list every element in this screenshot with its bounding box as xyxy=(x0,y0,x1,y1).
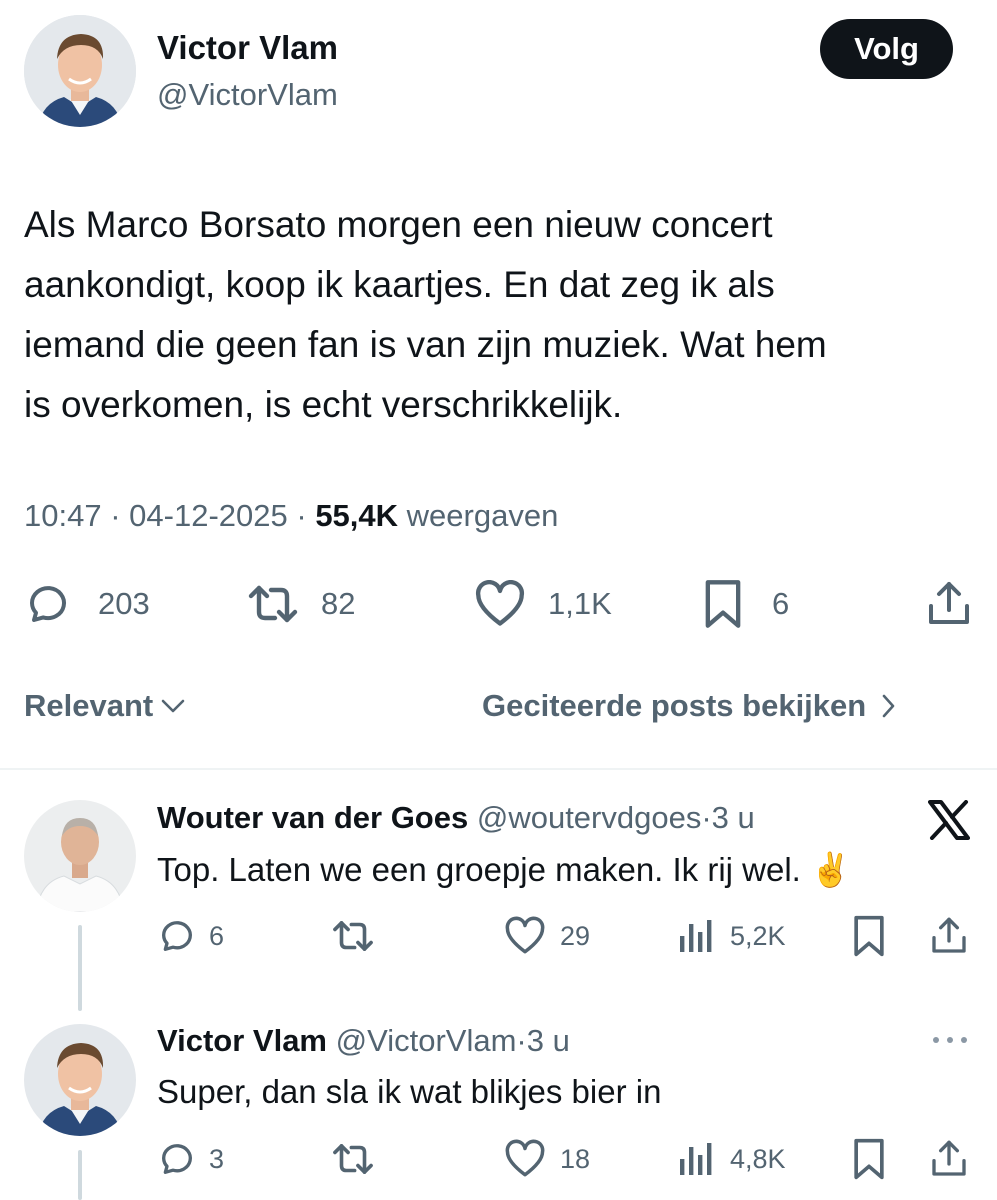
avatar-wouter[interactable] xyxy=(24,800,136,912)
like-count: 18 xyxy=(560,1143,591,1174)
repost-icon xyxy=(245,580,301,628)
thread-line xyxy=(78,1150,82,1200)
x-logo-icon xyxy=(928,800,970,840)
more-options-icon[interactable] xyxy=(930,1030,970,1050)
repost-icon xyxy=(330,1139,376,1179)
repost-count: 82 xyxy=(321,586,356,621)
reply-count: 3 xyxy=(209,1143,225,1174)
repost-button[interactable] xyxy=(330,916,376,956)
views-button[interactable]: 5,2K xyxy=(678,916,786,956)
reply-count: 203 xyxy=(98,586,150,621)
divider xyxy=(0,768,997,770)
reply-button[interactable]: 3 xyxy=(157,1139,224,1179)
reply-text: Super, dan sla ik wat blikjes bier in xyxy=(157,1073,662,1110)
reply-author-name[interactable]: Wouter van der Goes xyxy=(157,800,468,835)
bookmark-icon xyxy=(852,914,886,958)
meta-separator: · xyxy=(516,1023,527,1058)
reply-age[interactable]: 3 u xyxy=(527,1023,570,1058)
author-handle[interactable]: @VictorVlam xyxy=(157,75,338,115)
heart-icon xyxy=(504,916,546,956)
meta-separator: · xyxy=(296,498,307,533)
share-button[interactable] xyxy=(930,916,968,956)
post-meta: 10:47 · 04-12-2025 · 55,4K weergaven xyxy=(24,496,558,536)
views-chart-icon xyxy=(678,1139,714,1179)
thread-line xyxy=(78,925,82,1011)
reply-header: Wouter van der Goes @woutervdgoes·3 u xyxy=(157,798,755,838)
reply-button[interactable]: 203 xyxy=(24,580,150,628)
views-count: 4,8K xyxy=(730,1143,786,1174)
post-text-line: is overkomen, is echt verschrikkelijk. xyxy=(24,384,623,425)
views-count: 55,4K xyxy=(315,498,399,533)
like-button[interactable]: 18 xyxy=(504,1139,590,1179)
like-button[interactable]: 1,1K xyxy=(474,580,612,628)
views-chart-icon xyxy=(678,916,714,956)
sort-label: Relevant xyxy=(24,688,154,723)
share-icon xyxy=(926,580,972,628)
share-icon xyxy=(930,1139,968,1179)
repost-button[interactable]: 82 xyxy=(245,580,355,628)
heart-icon xyxy=(504,1139,546,1179)
like-count: 1,1K xyxy=(548,586,612,621)
share-button[interactable] xyxy=(930,1139,968,1179)
meta-separator: · xyxy=(110,498,121,533)
bookmark-count: 6 xyxy=(772,586,790,621)
repost-button[interactable] xyxy=(330,1139,376,1179)
reply-age[interactable]: 3 u xyxy=(712,800,755,835)
reply-icon xyxy=(157,916,197,956)
post-text-line: iemand die geen fan is van zijn muziek. … xyxy=(24,324,827,365)
avatar-victor-vlam[interactable] xyxy=(24,15,136,127)
reply-header: Victor Vlam @VictorVlam·3 u xyxy=(157,1021,570,1061)
reply-author-handle[interactable]: @woutervdgoes xyxy=(477,800,701,835)
bookmark-icon xyxy=(702,578,744,630)
post-time[interactable]: 10:47 xyxy=(24,498,102,533)
reply-icon xyxy=(157,1139,197,1179)
repost-icon xyxy=(330,916,376,956)
heart-icon xyxy=(474,580,526,628)
share-button[interactable] xyxy=(926,580,972,628)
bookmark-button[interactable] xyxy=(852,914,886,958)
views-count: 5,2K xyxy=(730,920,786,951)
chevron-right-icon xyxy=(880,692,896,720)
post-text-line: Als Marco Borsato morgen een nieuw conce… xyxy=(24,204,773,245)
chevron-down-icon xyxy=(159,696,187,716)
reply-author-name[interactable]: Victor Vlam xyxy=(157,1023,327,1058)
like-button[interactable]: 29 xyxy=(504,916,590,956)
share-icon xyxy=(930,916,968,956)
follow-button[interactable]: Volg xyxy=(820,19,953,79)
views-button[interactable]: 4,8K xyxy=(678,1139,786,1179)
reply-button[interactable]: 6 xyxy=(157,916,224,956)
like-count: 29 xyxy=(560,920,591,951)
post-text: Als Marco Borsato morgen een nieuw conce… xyxy=(24,195,827,435)
sort-dropdown[interactable]: Relevant xyxy=(24,688,187,724)
post-date[interactable]: 04-12-2025 xyxy=(129,498,288,533)
bookmark-button[interactable]: 6 xyxy=(702,578,789,630)
post-text-line: aankondigt, koop ik kaartjes. En dat zeg… xyxy=(24,264,775,305)
author-name[interactable]: Victor Vlam xyxy=(157,28,338,68)
meta-separator: · xyxy=(701,800,712,835)
views-label: weergaven xyxy=(406,498,559,533)
quoted-posts-link[interactable]: Geciteerde posts bekijken xyxy=(482,688,968,724)
quoted-posts-label: Geciteerde posts bekijken xyxy=(482,688,867,723)
reply-icon xyxy=(24,580,72,628)
reply-author-handle[interactable]: @VictorVlam xyxy=(336,1023,517,1058)
reply-text: Top. Laten we een groepje maken. Ik rij … xyxy=(157,851,852,888)
reply-count: 6 xyxy=(209,920,225,951)
bookmark-button[interactable] xyxy=(852,1137,886,1181)
bookmark-icon xyxy=(852,1137,886,1181)
avatar-victor-vlam[interactable] xyxy=(24,1024,136,1136)
